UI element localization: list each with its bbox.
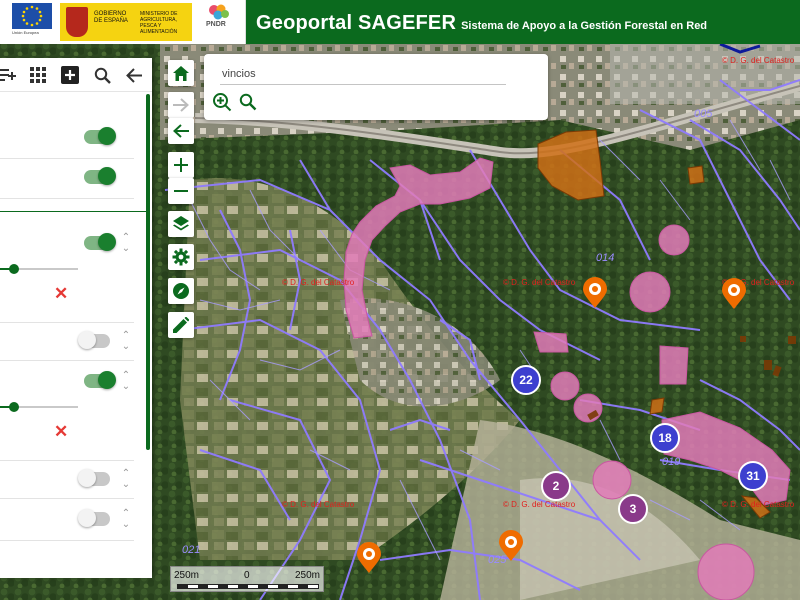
layer-visibility-toggle[interactable] — [84, 371, 116, 389]
remove-layer-icon[interactable]: ✕ — [54, 422, 68, 442]
ministry-logo-text: MINISTERIO DE AGRICULTURA, PESCA Y ALIME… — [140, 11, 178, 35]
layers-button[interactable] — [168, 211, 194, 237]
government-logo: GOBIERNO DE ESPAÑA MINISTERIO DE AGRICUL… — [60, 3, 192, 41]
cluster-marker[interactable]: 22 — [511, 365, 541, 395]
cluster-marker[interactable]: 31 — [738, 461, 768, 491]
scale-right-label: 250m — [295, 570, 321, 581]
pndr-logo-icon — [209, 4, 229, 20]
opacity-slider[interactable] — [0, 402, 78, 412]
eu-logo-caption: Unión Europea — [12, 30, 39, 35]
scale-left-label: 250m — [174, 570, 200, 581]
map-marker-icon[interactable] — [582, 277, 608, 309]
edit-icon — [173, 317, 189, 333]
reorder-arrows-icon[interactable]: ⌃ ⌄ — [120, 468, 132, 490]
search-panel — [204, 54, 548, 120]
app-title: Geoportal SAGEFER — [256, 12, 457, 34]
row-divider — [0, 198, 134, 199]
map-marker-icon[interactable] — [721, 278, 747, 310]
cluster-marker[interactable]: 3 — [618, 494, 648, 524]
scale-mid-label: 0 — [244, 570, 250, 581]
add-layer-icon[interactable] — [0, 65, 18, 85]
catastro-attribution: © D. G. del Catastro — [282, 500, 355, 509]
back-button[interactable] — [168, 118, 194, 144]
zoom-out-icon — [174, 190, 188, 192]
row-divider — [0, 498, 134, 499]
layers-panel: ⌃ ⌄ ✕ ⌃ ⌄ ⌃ ⌄ ✕ ⌃ ⌄ ⌃ ⌄ — [0, 58, 152, 578]
map-marker-icon[interactable] — [356, 542, 382, 574]
layer-visibility-toggle[interactable] — [84, 167, 116, 185]
settings-icon — [172, 248, 190, 266]
panel-scrollbar[interactable] — [146, 94, 150, 450]
government-logo-text: GOBIERNO DE ESPAÑA — [94, 11, 128, 24]
layer-visibility-toggle[interactable] — [84, 127, 116, 145]
reorder-arrows-icon[interactable]: ⌃ ⌄ — [120, 508, 132, 530]
panel-toolbar — [0, 58, 152, 92]
layer-visibility-toggle[interactable] — [84, 233, 116, 251]
back-arrow-icon[interactable] — [124, 65, 144, 85]
add-box-icon[interactable] — [60, 65, 80, 85]
forward-button[interactable] — [168, 92, 194, 118]
zoom-in-search-icon — [213, 93, 232, 112]
section-divider — [0, 211, 148, 212]
compass-icon — [173, 283, 189, 299]
row-divider — [0, 460, 134, 461]
layer-visibility-toggle[interactable] — [78, 469, 110, 487]
coat-of-arms-icon — [66, 7, 88, 37]
title-block: Geoportal SAGEFER Sistema de Apoyo a la … — [246, 0, 707, 44]
logo-strip: Unión Europea GOBIERNO DE ESPAÑA MINISTE… — [0, 0, 246, 44]
parcel-number-label: 014 — [596, 252, 615, 264]
reorder-arrows-icon[interactable]: ⌃ ⌄ — [120, 232, 132, 254]
catastro-attribution: © D. G. del Catastro — [503, 500, 576, 509]
row-divider — [0, 158, 134, 159]
zoom-out-button[interactable] — [168, 178, 194, 204]
catastro-attribution: © D. G. del Catastro — [722, 56, 795, 65]
layers-icon — [173, 216, 189, 231]
cluster-marker[interactable]: 18 — [650, 423, 680, 453]
edit-button[interactable] — [168, 312, 194, 338]
reorder-arrows-icon[interactable]: ⌃ ⌄ — [120, 370, 132, 392]
eu-flag-logo — [12, 3, 52, 29]
scale-bar: 250m 0 250m — [170, 566, 324, 592]
layer-visibility-toggle[interactable] — [78, 509, 110, 527]
remove-layer-icon[interactable]: ✕ — [54, 284, 68, 304]
catastro-attribution: © D. G. del Catastro — [503, 278, 576, 287]
parcel-number-label: 019 — [662, 456, 681, 468]
row-divider — [0, 540, 134, 541]
parcel-number-label: 005 — [694, 108, 713, 120]
search-button[interactable] — [238, 92, 258, 112]
parcel-number-label: 021 — [182, 544, 201, 556]
zoom-to-result-button[interactable] — [212, 92, 232, 112]
cluster-marker[interactable]: 2 — [541, 471, 571, 501]
scale-bar-graphic — [177, 584, 319, 589]
row-divider — [0, 322, 134, 323]
app-header: Unión Europea GOBIERNO DE ESPAÑA MINISTE… — [0, 0, 800, 44]
map-marker-icon[interactable] — [498, 530, 524, 562]
search-icon[interactable] — [92, 65, 112, 85]
layer-visibility-toggle[interactable] — [78, 331, 110, 349]
pndr-logo-text: PNDR — [206, 21, 226, 28]
forward-arrow-icon — [173, 98, 189, 112]
opacity-slider[interactable] — [0, 264, 78, 274]
reorder-arrows-icon[interactable]: ⌃ ⌄ — [120, 330, 132, 352]
search-icon — [239, 93, 257, 111]
row-divider — [0, 360, 134, 361]
settings-button[interactable] — [168, 244, 194, 270]
grid-apps-icon[interactable] — [28, 65, 48, 85]
search-input[interactable] — [220, 63, 506, 85]
zoom-in-icon — [174, 158, 188, 172]
catastro-attribution: © D. G. del Catastro — [282, 278, 355, 287]
compass-button[interactable] — [168, 278, 194, 304]
zoom-in-button[interactable] — [168, 152, 194, 178]
app-subtitle: Sistema de Apoyo a la Gestión Forestal e… — [461, 20, 708, 32]
home-button[interactable] — [168, 60, 194, 86]
catastro-attribution: © D. G. del Catastro — [722, 500, 795, 509]
home-icon — [173, 65, 189, 81]
back-arrow-icon — [173, 124, 189, 138]
